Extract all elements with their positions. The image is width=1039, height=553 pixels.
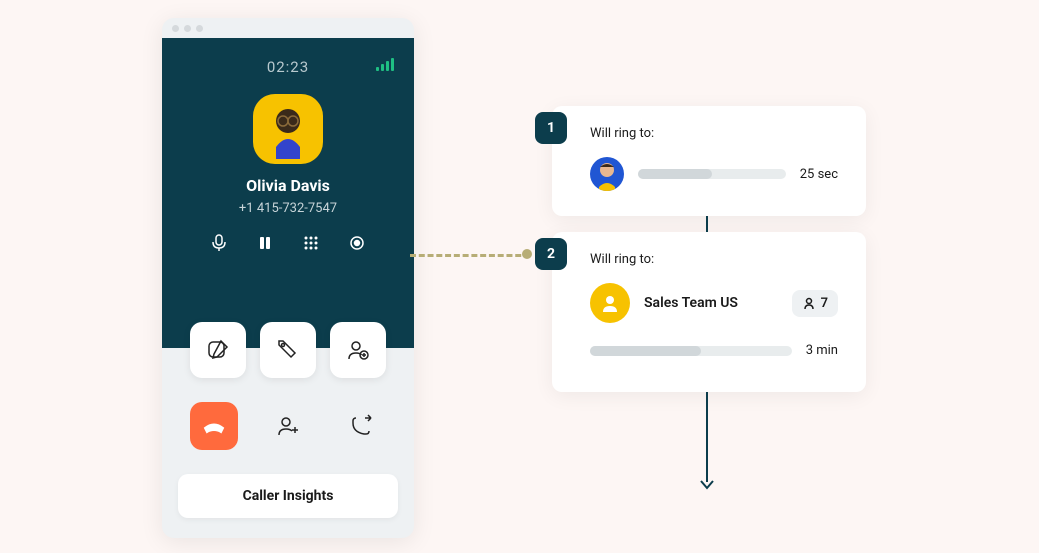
signal-strength-icon [376,58,394,71]
phone-app-window: 02:23 Olivia Davis +1 415-732-7547 [162,18,414,538]
member-count-badge: 7 [792,290,838,317]
person-icon [802,296,816,310]
note-button[interactable] [190,322,246,378]
call-header: 02:23 Olivia Davis +1 415-732-7547 [162,38,414,348]
caller-avatar [253,94,323,164]
mute-button[interactable] [210,234,228,252]
pause-button[interactable] [256,234,274,252]
ring-to-label: Will ring to: [590,252,838,267]
transfer-button[interactable] [338,402,386,450]
member-count-value: 7 [821,296,828,311]
ring-duration: 25 sec [800,167,838,182]
step-badge-1: 1 [535,112,567,144]
flow-card-2: Will ring to: Sales Team US 7 3 min [552,232,866,392]
arrow-down-icon [700,480,714,490]
connector-dot [522,249,532,259]
ring-to-label: Will ring to: [590,126,838,141]
action-cards [190,322,386,378]
add-contact-button[interactable] [264,402,312,450]
window-dot [172,25,179,32]
flow-card-1: Will ring to: 25 sec [552,106,866,216]
window-dot [184,25,191,32]
connector-dashed [410,254,530,257]
ring-duration: 3 min [806,343,838,358]
caller-phone: +1 415-732-7547 [239,201,337,216]
call-controls [210,234,366,252]
flow-connector [706,392,708,482]
ring-progress [638,169,786,179]
dialpad-button[interactable] [302,234,320,252]
ring-progress [590,346,792,356]
assign-button[interactable] [330,322,386,378]
record-button[interactable] [348,234,366,252]
agent-avatar [590,157,624,191]
caller-insights-button[interactable]: Caller Insights [178,474,398,518]
flow-connector [706,216,708,232]
call-duration: 02:23 [267,58,309,76]
window-dot [196,25,203,32]
team-name: Sales Team US [644,295,778,311]
team-avatar [590,283,630,323]
window-title-bar [162,18,414,38]
hangup-button[interactable] [190,402,238,450]
tag-button[interactable] [260,322,316,378]
caller-name: Olivia Davis [246,176,330,195]
lower-actions [162,402,414,450]
step-badge-2: 2 [535,238,567,270]
